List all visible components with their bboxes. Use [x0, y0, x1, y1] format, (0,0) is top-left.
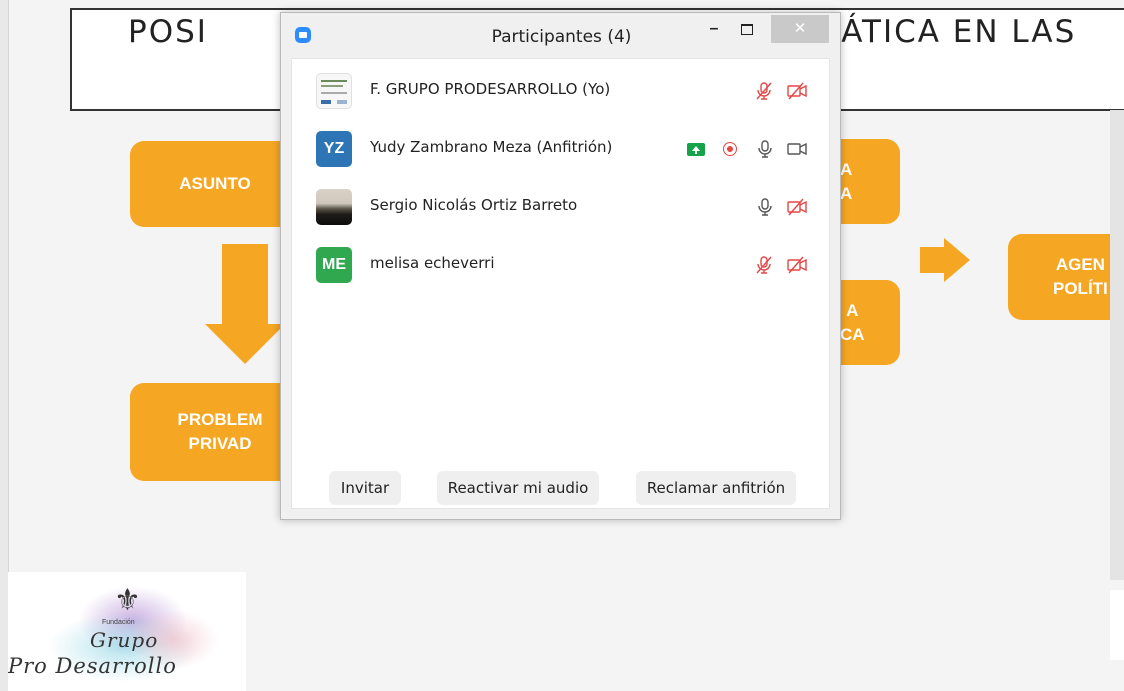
slide-box-middle-top-line1: A [840, 159, 853, 179]
avatar: YZ [316, 131, 352, 167]
avatar [316, 73, 352, 109]
participant-name: Sergio Nicolás Ortiz Barreto [370, 196, 578, 214]
participant-row[interactable]: F. GRUPO PRODESARROLLO (Yo) [292, 62, 829, 120]
down-arrow-shaft [222, 244, 268, 326]
mic-icon[interactable] [754, 138, 776, 160]
slide-box-middle-top-line2: A [840, 183, 853, 203]
avatar: ME [316, 247, 352, 283]
participant-row[interactable]: YZ Yudy Zambrano Meza (Anfitrión) [292, 120, 829, 178]
video-off-icon[interactable] [786, 196, 808, 218]
logo-line1: Grupo [90, 628, 159, 652]
avatar [316, 189, 352, 225]
slide-box-middle-bottom-line1: A [846, 300, 859, 320]
slide-box-problemas-line2: PRIVAD [188, 434, 252, 453]
fleur-de-lis-icon: ⚜ [114, 584, 141, 617]
mic-icon[interactable] [754, 196, 776, 218]
video-off-icon[interactable] [786, 80, 808, 102]
screen-share-icon [687, 143, 705, 156]
participant-row[interactable]: Sergio Nicolás Ortiz Barreto [292, 178, 829, 236]
slide-right-edge [1110, 110, 1124, 580]
participant-name: F. GRUPO PRODESARROLLO (Yo) [370, 80, 611, 98]
video-off-icon[interactable] [786, 254, 808, 276]
recording-icon [723, 142, 737, 156]
right-arrow-icon [944, 238, 970, 282]
unmute-button[interactable]: Reactivar mi audio [437, 471, 599, 505]
video-icon[interactable] [786, 138, 808, 160]
close-button[interactable]: ✕ [771, 15, 829, 43]
mic-muted-icon[interactable] [753, 254, 775, 276]
mic-muted-icon[interactable] [753, 80, 775, 102]
slide-right-edge-lower [1110, 590, 1124, 660]
participant-name: Yudy Zambrano Meza (Anfitrión) [370, 138, 613, 156]
logo-small-text: Fundación [102, 619, 135, 626]
down-arrow-icon [205, 324, 285, 364]
participant-row[interactable]: ME melisa echeverri [292, 236, 829, 294]
right-arrow-shaft [920, 247, 946, 273]
maximize-button[interactable] [730, 15, 764, 43]
claim-host-button[interactable]: Reclamar anfitrión [636, 471, 796, 505]
logo-line2: Pro Desarrollo [8, 654, 177, 678]
slide-box-middle-bottom-line2: CA [840, 324, 865, 344]
maximize-icon [741, 24, 753, 35]
slide-box-problemas-line1: PROBLEM [177, 410, 263, 429]
minimize-button[interactable]: – [697, 15, 731, 43]
participants-window[interactable]: Participantes (4) – ✕ F. GRUPO PRODESARR… [280, 12, 841, 520]
participant-name: melisa echeverri [370, 254, 495, 272]
foundation-logo: ⚜ Fundación Grupo Pro Desarrollo [8, 572, 246, 691]
participants-list-panel: F. GRUPO PRODESARROLLO (Yo) YZ Yudy Zamb… [291, 58, 830, 509]
invite-button[interactable]: Invitar [329, 471, 401, 505]
slide-box-asuntos-label: ASUNTO [179, 174, 251, 193]
slide-box-agenda-line1: AGEN [1055, 255, 1105, 274]
window-titlebar[interactable]: Participantes (4) – ✕ [281, 13, 840, 58]
slide-box-agenda: AGEN POLÍTI [1008, 234, 1124, 320]
slide-box-agenda-line2: POLÍTI [1053, 279, 1108, 298]
